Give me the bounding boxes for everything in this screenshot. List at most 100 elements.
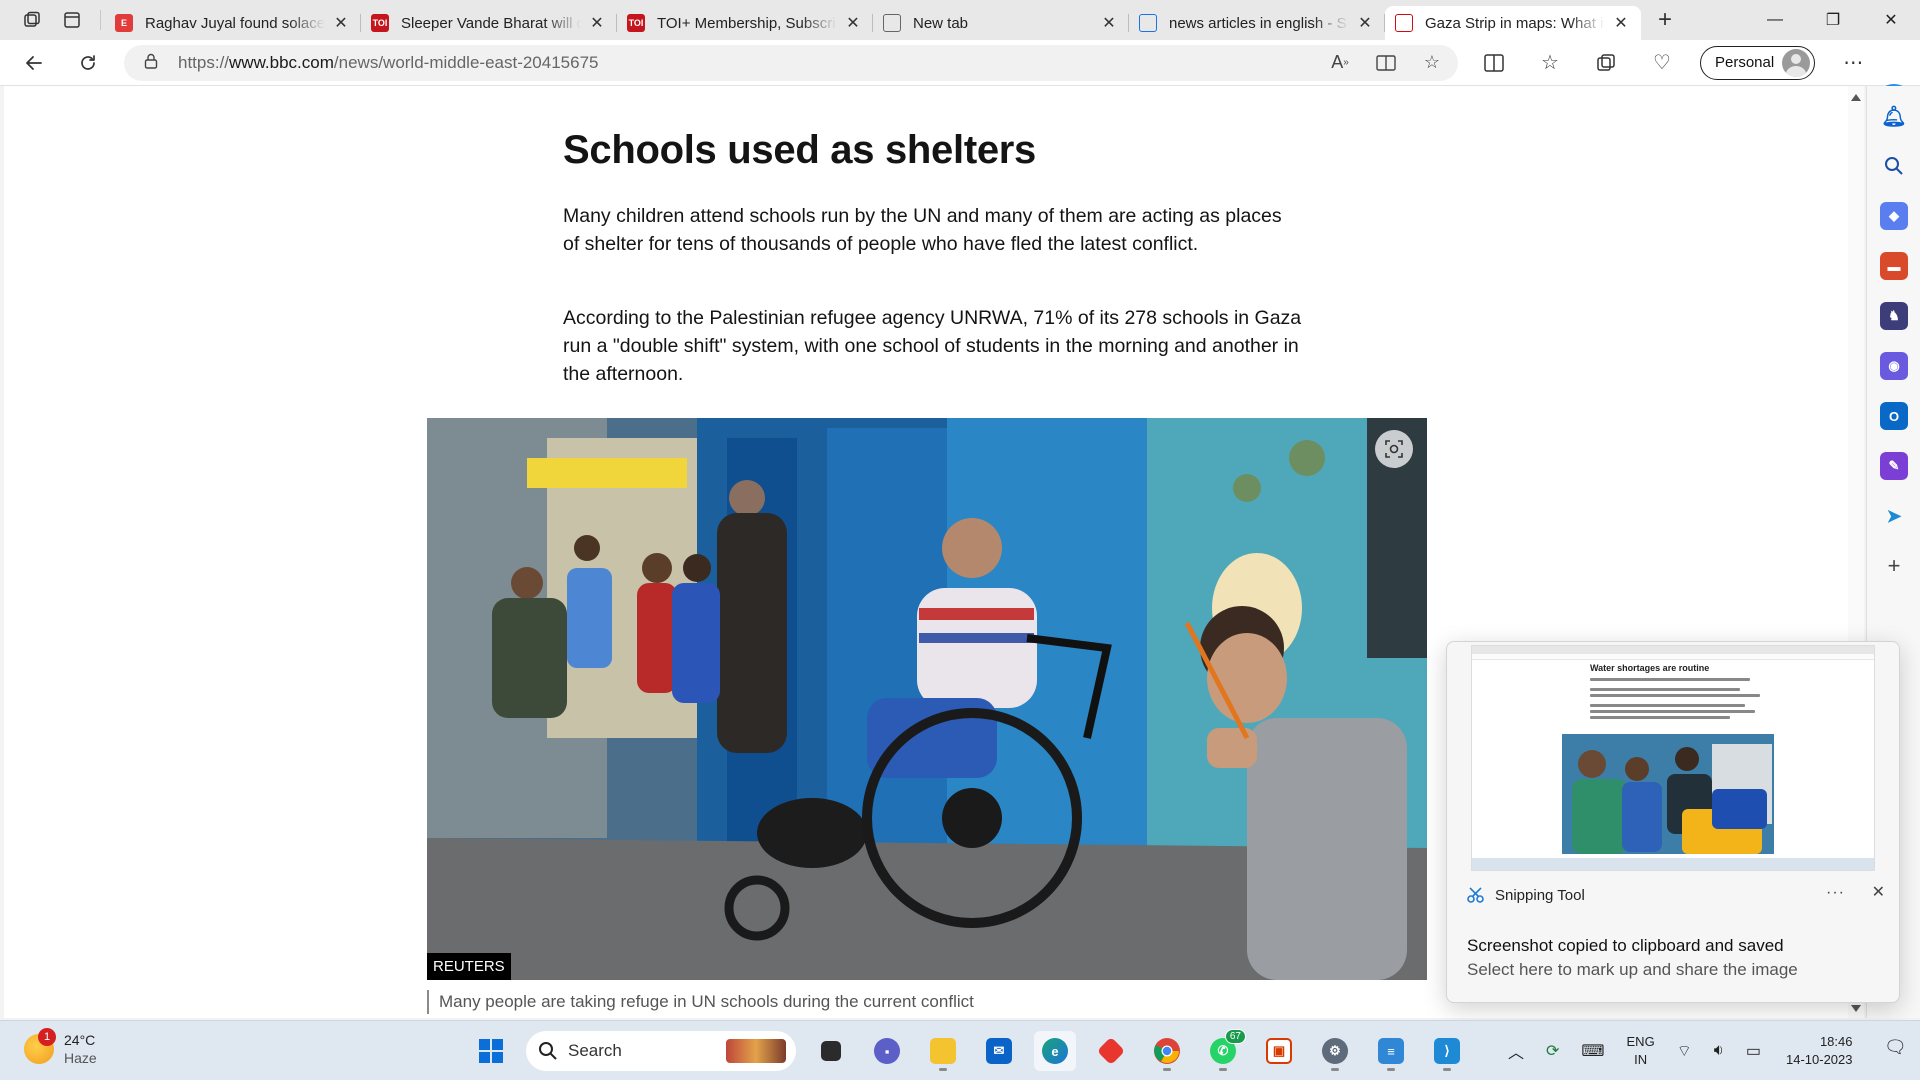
collections-icon[interactable] — [1588, 45, 1624, 81]
tools-briefcase-icon[interactable]: ▬ — [1880, 252, 1908, 280]
clock-date: 14-10-2023 — [1786, 1052, 1853, 1067]
browser-tab[interactable]: E Raghav Juyal found solace ✕ — [105, 6, 361, 40]
whatsapp-button[interactable]: ✆ 67 — [1202, 1029, 1246, 1071]
outlook-icon[interactable]: O — [1880, 402, 1908, 430]
taskbar: 1 24°C Haze Search ▪ ✉ e ✆ 67 ▣ ⚙ ≡ ⟩ ︿ … — [0, 1020, 1920, 1080]
browser-tab[interactable]: Gaza Strip in maps: What it ✕ — [1385, 6, 1641, 40]
clock[interactable]: 18:46 14-10-2023 — [1786, 1033, 1853, 1069]
task-view-icon — [821, 1041, 841, 1061]
tab-list: E Raghav Juyal found solace ✕ TOI Sleeper Va… — [105, 0, 1641, 40]
task-view-button[interactable] — [810, 1031, 852, 1071]
edge-button[interactable]: e — [1034, 1031, 1076, 1071]
back-button[interactable] — [16, 45, 52, 81]
browser-tab[interactable]: New tab ✕ — [873, 6, 1129, 40]
minimize-button[interactable]: — — [1746, 0, 1804, 40]
games-chess-icon[interactable]: ♞ — [1880, 302, 1908, 330]
article-paragraph: According to the Palestinian refugee age… — [563, 307, 1302, 385]
lock-icon[interactable] — [144, 53, 164, 72]
browser-tab[interactable]: news articles in english - S ✕ — [1129, 6, 1385, 40]
chat-icon: ▪ — [874, 1038, 900, 1064]
notepad-button[interactable]: ≡ — [1370, 1031, 1412, 1071]
toast-sub-message: Select here to mark up and share the ima… — [1467, 960, 1798, 979]
chrome-button[interactable] — [1146, 1031, 1188, 1071]
tab-close-icon[interactable]: ✕ — [843, 13, 863, 33]
weather-temp: 24°C — [64, 1032, 96, 1048]
app-diamond-button[interactable] — [1090, 1031, 1132, 1071]
tab-close-icon[interactable]: ✕ — [1099, 13, 1119, 33]
weather-widget[interactable]: 1 24°C Haze — [24, 1028, 97, 1067]
address-bar[interactable]: https://www.bbc.com/news/world-middle-ea… — [124, 44, 1458, 81]
mail-icon: ✉ — [986, 1038, 1012, 1064]
start-button[interactable] — [470, 1031, 512, 1071]
vscode-button[interactable]: ⟩ — [1426, 1031, 1468, 1071]
browser-tab[interactable]: TOI Sleeper Vande Bharat will c ✕ — [361, 6, 617, 40]
toast-close-icon[interactable]: ✕ — [1872, 882, 1885, 902]
weather-condition: Haze — [64, 1050, 97, 1066]
split-screen-icon[interactable] — [1476, 45, 1512, 81]
volume-icon[interactable]: 🔉︎ — [1714, 1042, 1724, 1060]
reload-button[interactable] — [70, 45, 106, 81]
thumbnail-heading: Water shortages are routine — [1590, 663, 1710, 673]
tab-close-icon[interactable]: ✕ — [1611, 13, 1631, 33]
add-sidebar-app-icon[interactable]: + — [1880, 552, 1908, 580]
tab-favicon-icon: TOI — [371, 14, 389, 32]
browser-essentials-icon[interactable]: ♡ — [1644, 45, 1680, 81]
new-tab-button[interactable]: + — [1647, 4, 1683, 36]
mail-button[interactable]: ✉ — [978, 1031, 1020, 1071]
taskbar-search[interactable]: Search — [526, 1031, 796, 1071]
tab-close-icon[interactable]: ✕ — [1355, 13, 1375, 33]
microsoft-365-icon[interactable]: ◉ — [1880, 352, 1908, 380]
tab-title: New tab — [913, 14, 969, 32]
chat-app-button[interactable]: ▪ — [866, 1031, 908, 1071]
shopping-tag-icon[interactable]: ◆ — [1880, 202, 1908, 230]
designer-icon[interactable]: ✎ — [1880, 452, 1908, 480]
reload-icon — [81, 54, 95, 70]
profile-button[interactable]: Personal — [1700, 45, 1816, 80]
maximize-button[interactable]: ❐ — [1804, 0, 1862, 40]
battery-icon[interactable]: ▭ — [1746, 1041, 1761, 1061]
office-icon: ▣ — [1266, 1038, 1292, 1064]
toast-more-options-icon[interactable]: ··· — [1826, 884, 1845, 902]
image-credit: REUTERS — [427, 953, 511, 980]
notifications-bell-icon[interactable]: 🔔︎ — [1880, 102, 1908, 130]
settings-button[interactable]: ⚙ — [1314, 1031, 1356, 1071]
favorites-icon[interactable]: ☆ — [1532, 45, 1568, 81]
url-host: www.bbc.com — [229, 52, 334, 72]
toast-message: Screenshot copied to clipboard and saved — [1467, 936, 1784, 955]
notification-center-icon[interactable]: 🗨︎ — [1884, 1037, 1907, 1058]
office-button[interactable]: ▣ — [1258, 1031, 1300, 1071]
search-icon[interactable] — [1880, 152, 1908, 180]
tab-favicon-icon — [1139, 14, 1157, 32]
workspaces-icon[interactable] — [14, 4, 50, 36]
weather-badge: 1 — [38, 1028, 56, 1046]
immersive-reader-icon[interactable] — [1372, 49, 1400, 77]
search-icon — [539, 1042, 557, 1060]
favorite-star-icon[interactable]: ☆ — [1418, 49, 1446, 77]
snipping-tool-notification[interactable]: Water shortages are routine Snipping Too… — [1446, 641, 1900, 1003]
sync-icon[interactable]: ⟳ — [1546, 1041, 1559, 1061]
keyboard-icon[interactable]: ⌨ — [1581, 1041, 1604, 1061]
settings-more-icon[interactable]: ⋯ — [1835, 45, 1871, 81]
url-text[interactable]: https://www.bbc.com/news/world-middle-ea… — [178, 53, 1326, 73]
tab-close-icon[interactable]: ✕ — [331, 13, 351, 33]
tab-close-icon[interactable]: ✕ — [587, 13, 607, 33]
wifi-icon[interactable]: ⌔ — [1677, 1041, 1692, 1061]
browser-tab[interactable]: TOI TOI+ Membership, Subscri ✕ — [617, 6, 873, 40]
diamond-app-icon — [1096, 1036, 1126, 1066]
tab-actions-icon[interactable] — [54, 4, 90, 36]
screenshot-thumbnail[interactable]: Water shortages are routine — [1471, 645, 1875, 871]
file-explorer-button[interactable] — [922, 1031, 964, 1071]
tab-favicon-icon: TOI — [627, 14, 645, 32]
close-window-button[interactable]: ✕ — [1862, 0, 1920, 40]
scroll-up-arrow-icon[interactable] — [1851, 94, 1861, 101]
tab-separator — [100, 10, 101, 30]
tab-strip: E Raghav Juyal found solace ✕ TOI Sleeper Va… — [0, 0, 1920, 40]
scroll-down-arrow-icon[interactable] — [1851, 1005, 1861, 1012]
back-arrow-icon — [26, 55, 42, 70]
show-hidden-icons-chevron-icon[interactable]: ︿ — [1508, 1039, 1524, 1063]
read-aloud-icon[interactable]: A» — [1326, 49, 1354, 77]
notepad-icon: ≡ — [1378, 1038, 1404, 1064]
visual-search-icon[interactable] — [1375, 430, 1413, 468]
drop-send-icon[interactable]: ➤ — [1880, 502, 1908, 530]
language-indicator[interactable]: ENG IN — [1627, 1033, 1655, 1069]
